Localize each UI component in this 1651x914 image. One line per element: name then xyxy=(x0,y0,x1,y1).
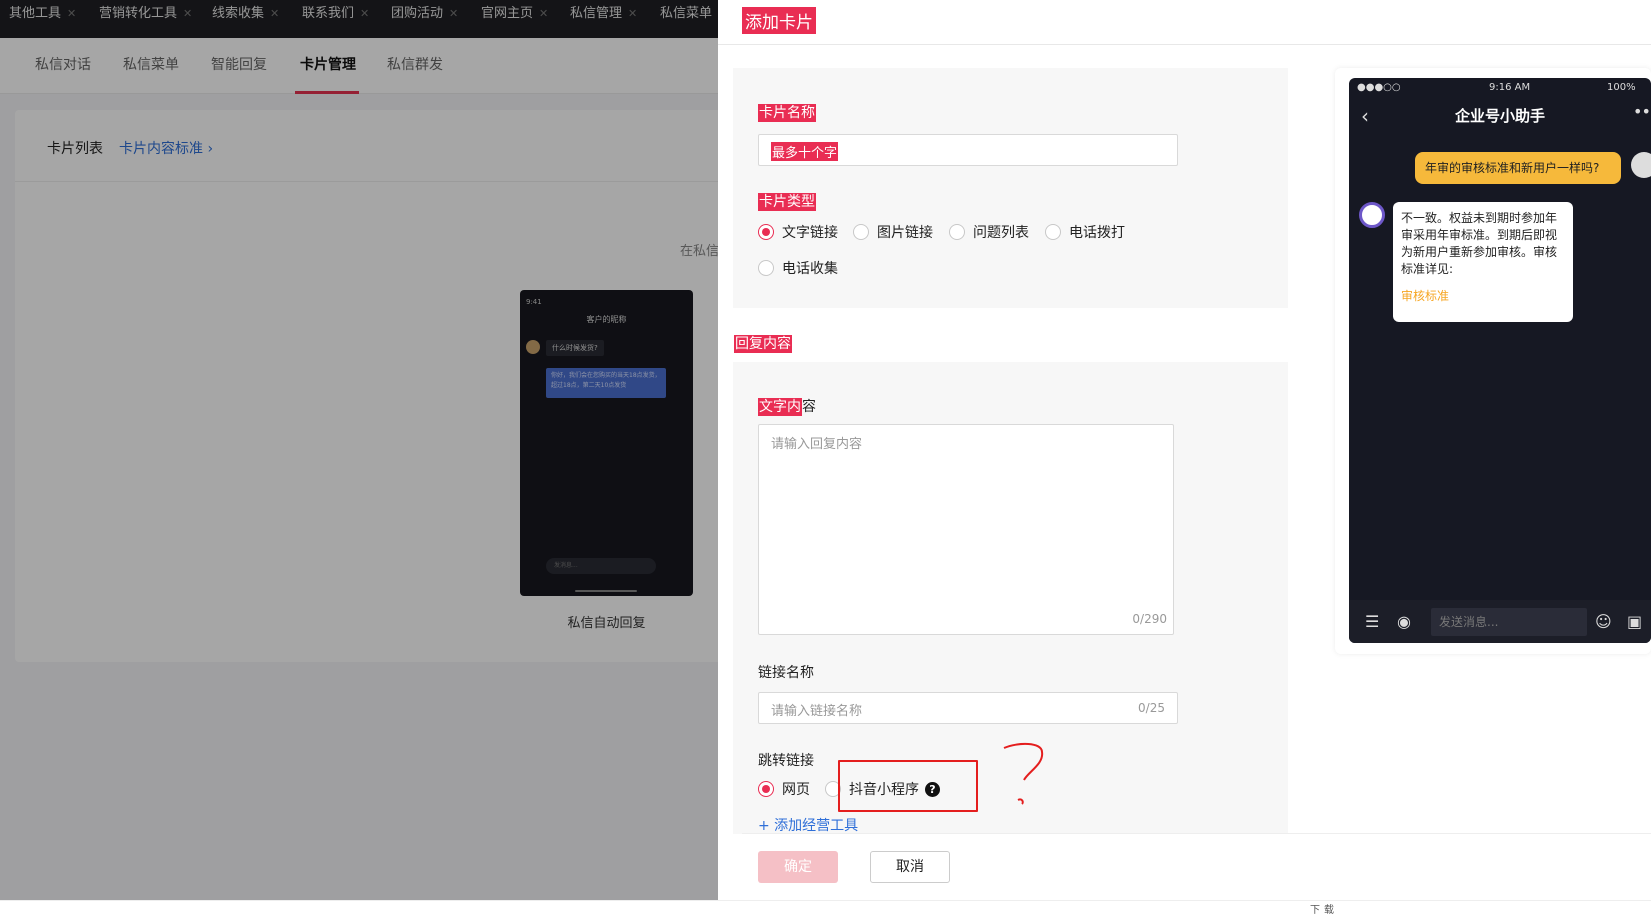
message-input: 发送消息... xyxy=(1431,608,1587,636)
status-bar: ●●●○○ 9:16 AM 100% xyxy=(1349,78,1651,98)
radio-text-link[interactable]: 文字链接 xyxy=(758,222,838,242)
link-name-label: 链接名称 xyxy=(758,665,814,681)
battery-level: 100% xyxy=(1607,82,1636,93)
signal-icon: ●●●○○ xyxy=(1357,82,1401,93)
assistant-avatar xyxy=(1359,202,1385,228)
phone-preview: ●●●○○ 9:16 AM 100% ‹ 企业号小助手 ••• 年审的审核标准和… xyxy=(1349,78,1651,643)
radio-image-link[interactable]: 图片链接 xyxy=(853,222,933,242)
add-business-tool-link[interactable]: + 添加经营工具 xyxy=(758,815,858,835)
link-name-counter: 0/25 xyxy=(1138,701,1165,715)
cancel-button[interactable]: 取消 xyxy=(870,851,950,883)
answer-card: 不一致。权益未到期时参加年审采用年审标准。到期后即视为新用户重新参加审核。审核标… xyxy=(1393,202,1573,322)
list-icon: ☰ xyxy=(1365,612,1380,631)
radio-checked-icon xyxy=(758,781,774,797)
status-time: 9:16 AM xyxy=(1489,82,1531,93)
image-icon: ▣ xyxy=(1627,612,1643,631)
card-type-label: 卡片类型 xyxy=(758,193,816,211)
divider xyxy=(718,44,1651,45)
input-bar: ☰ ◉ 发送消息... ☺ ▣ xyxy=(1349,600,1651,643)
radio-checked-icon xyxy=(758,224,774,240)
card-name-input[interactable]: 最多十个字 xyxy=(758,134,1178,166)
card-name-label: 卡片名称 xyxy=(758,104,816,122)
more-icon: ••• xyxy=(1633,102,1651,121)
reply-counter: 0/290 xyxy=(1132,612,1167,626)
question-mark-annotation xyxy=(1003,742,1044,805)
answer-link: 审核标准 xyxy=(1401,289,1450,303)
radio-icon xyxy=(853,224,869,240)
card-name-placeholder: 最多十个字 xyxy=(771,142,839,161)
radio-webpage[interactable]: 网页 xyxy=(758,779,810,799)
reply-content-label: 回复内容 xyxy=(734,335,792,353)
download-label[interactable]: 下载 xyxy=(1310,901,1338,914)
emoji-icon: ☺ xyxy=(1595,612,1612,631)
bottom-toolbar: 下载 xyxy=(0,900,1651,914)
jump-link-label: 跳转链接 xyxy=(758,753,814,769)
radio-icon xyxy=(758,260,774,276)
link-name-placeholder: 请输入链接名称 xyxy=(771,704,863,719)
user-avatar xyxy=(1631,152,1651,178)
footer-divider xyxy=(742,833,1651,834)
drawer-title: 添加卡片 xyxy=(742,7,816,34)
radio-icon xyxy=(949,224,965,240)
reply-placeholder: 请输入回复内容 xyxy=(771,437,863,452)
reply-textarea[interactable]: 请输入回复内容 0/290 xyxy=(758,424,1174,635)
link-name-input[interactable]: 请输入链接名称 0/25 xyxy=(758,692,1178,724)
annotation-box xyxy=(838,760,978,812)
text-content-label: 文字内容 xyxy=(758,398,816,416)
question-bubble: 年审的审核标准和新用户一样吗? xyxy=(1415,152,1621,184)
radio-question-list[interactable]: 问题列表 xyxy=(949,222,1029,242)
radio-icon xyxy=(1045,224,1061,240)
radio-phone-collect[interactable]: 电话收集 xyxy=(758,258,838,278)
voice-icon: ◉ xyxy=(1397,612,1411,631)
answer-text: 不一致。权益未到期时参加年审采用年审标准。到期后即视为新用户重新参加审核。审核标… xyxy=(1401,211,1558,276)
confirm-button[interactable]: 确定 xyxy=(758,851,838,883)
preview-title: 企业号小助手 xyxy=(1454,107,1545,125)
add-card-drawer: 添加卡片 卡片名称 最多十个字 卡片类型 文字链接 图片链接 问题列表 电话拨打… xyxy=(718,0,1651,900)
radio-phone-call[interactable]: 电话拨打 xyxy=(1045,222,1125,242)
